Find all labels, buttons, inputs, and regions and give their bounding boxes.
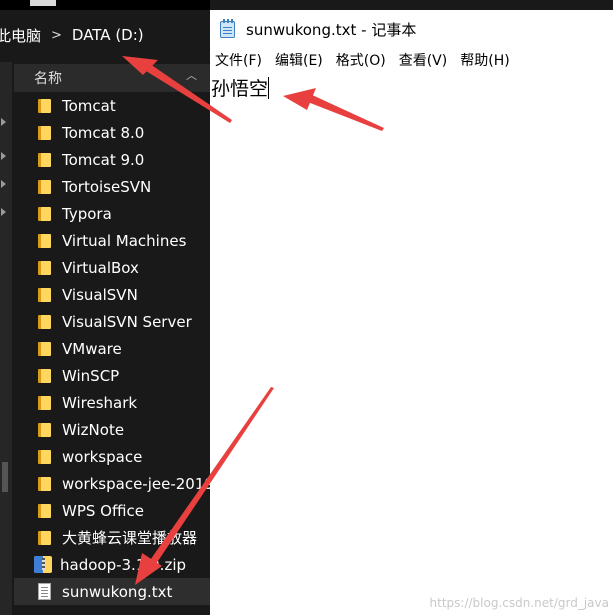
file-item[interactable]: TortoiseSVN — [14, 173, 210, 200]
status-bar — [0, 604, 210, 615]
file-name: VMware — [62, 339, 122, 358]
file-item[interactable]: Typora — [14, 200, 210, 227]
folder-icon — [38, 368, 52, 383]
file-name: hadoop-3.1.0.zip — [60, 555, 187, 574]
menu-help[interactable]: 帮助(H) — [459, 50, 516, 70]
nav-tree-rail — [0, 62, 12, 615]
file-name: Virtual Machines — [62, 231, 187, 250]
file-item[interactable]: VisualSVN Server — [14, 308, 210, 335]
notepad-icon — [218, 19, 238, 39]
file-item[interactable]: Wireshark — [14, 389, 210, 416]
folder-icon — [38, 530, 52, 545]
expand-arrow-icon[interactable] — [1, 118, 6, 126]
file-item[interactable]: workspace-jee-2019 — [14, 470, 210, 497]
watermark: https://blog.csdn.net/grd_java — [429, 596, 609, 610]
file-item[interactable]: VirtualBox — [14, 254, 210, 281]
text-file-icon — [38, 583, 51, 600]
chevron-right-icon[interactable]: > — [51, 28, 62, 43]
menu-edit[interactable]: 编辑(E) — [274, 50, 330, 70]
expand-arrow-icon[interactable] — [1, 152, 6, 160]
title-bar[interactable]: sunwukong.txt - 记事本 — [210, 10, 613, 48]
breadcrumb: 此电脑 > DATA (D:) — [0, 12, 210, 58]
file-item[interactable]: 大黄蜂云课堂播放器 — [14, 524, 210, 551]
folder-icon — [38, 395, 52, 410]
file-item[interactable]: Tomcat — [14, 92, 210, 119]
file-item-selected[interactable]: sunwukong.txt — [14, 578, 210, 605]
file-name: Tomcat — [62, 96, 116, 115]
folder-icon — [38, 314, 52, 329]
folder-icon — [38, 206, 52, 221]
folder-icon — [38, 98, 52, 113]
folder-icon — [38, 476, 52, 491]
file-name: Typora — [62, 204, 112, 223]
folder-icon — [38, 503, 52, 518]
file-explorer: 此电脑 > DATA (D:) 名称 ︿ Tomcat Tomcat 8.0 Tom… — [0, 0, 210, 615]
file-name: Wireshark — [62, 393, 138, 412]
file-item[interactable]: WinSCP — [14, 362, 210, 389]
scrollbar-thumb[interactable] — [2, 462, 8, 492]
file-list: Tomcat Tomcat 8.0 Tomcat 9.0 TortoiseSVN Typ… — [14, 92, 210, 605]
window-title: sunwukong.txt - 记事本 — [246, 20, 417, 39]
file-name: VisualSVN — [62, 285, 138, 304]
file-item[interactable]: workspace — [14, 443, 210, 470]
notepad-window: sunwukong.txt - 记事本 文件(F) 编辑(E) 格式(O) 查看… — [210, 10, 613, 615]
folder-icon — [38, 422, 52, 437]
expand-arrow-icon[interactable] — [1, 180, 6, 188]
menu-view[interactable]: 查看(V) — [398, 50, 455, 70]
folder-icon — [38, 260, 52, 275]
folder-icon — [38, 341, 52, 356]
breadcrumb-data-drive[interactable]: DATA (D:) — [72, 26, 144, 44]
file-item[interactable]: Tomcat 8.0 — [14, 119, 210, 146]
menu-bar: 文件(F) 编辑(E) 格式(O) 查看(V) 帮助(H) — [210, 48, 613, 72]
text-caret — [268, 77, 270, 99]
zip-archive-icon — [34, 556, 52, 573]
file-item[interactable]: hadoop-3.1.0.zip — [14, 551, 210, 578]
menu-format[interactable]: 格式(O) — [335, 50, 393, 70]
folder-icon — [38, 233, 52, 248]
folder-icon — [38, 449, 52, 464]
column-header-name[interactable]: 名称 ︿ — [14, 64, 210, 92]
sort-ascending-icon: ︿ — [186, 69, 197, 82]
file-name: TortoiseSVN — [62, 177, 152, 196]
file-name: Tomcat 9.0 — [62, 150, 145, 169]
file-item[interactable]: VMware — [14, 335, 210, 362]
expand-arrow-icon[interactable] — [1, 208, 6, 216]
breadcrumb-this-pc[interactable]: 此电脑 — [0, 25, 41, 46]
file-item[interactable]: Virtual Machines — [14, 227, 210, 254]
folder-icon — [38, 287, 52, 302]
folder-icon — [38, 125, 52, 140]
file-name: 大黄蜂云课堂播放器 — [62, 529, 198, 547]
explorer-top-strip — [0, 0, 210, 10]
file-name: WinSCP — [62, 366, 120, 385]
editor-content: 孙悟空 — [211, 78, 269, 100]
column-header-label: 名称 — [34, 71, 62, 87]
file-name: sunwukong.txt — [62, 582, 173, 601]
file-name: Tomcat 8.0 — [62, 123, 145, 142]
file-name: workspace-jee-2019 — [62, 474, 210, 493]
file-item[interactable]: WPS Office — [14, 497, 210, 524]
menu-file[interactable]: 文件(F) — [214, 50, 269, 70]
file-item[interactable]: WizNote — [14, 416, 210, 443]
file-name: WPS Office — [62, 501, 144, 520]
file-item[interactable]: Tomcat 9.0 — [14, 146, 210, 173]
file-name: VisualSVN Server — [62, 312, 192, 331]
text-editor[interactable]: 孙悟空 https://blog.csdn.net/grd_java — [210, 72, 613, 612]
file-item[interactable]: VisualSVN — [14, 281, 210, 308]
folder-icon — [38, 152, 52, 167]
file-name: workspace — [62, 447, 143, 466]
folder-icon — [38, 179, 52, 194]
file-name: WizNote — [62, 420, 125, 439]
file-name: VirtualBox — [62, 258, 139, 277]
